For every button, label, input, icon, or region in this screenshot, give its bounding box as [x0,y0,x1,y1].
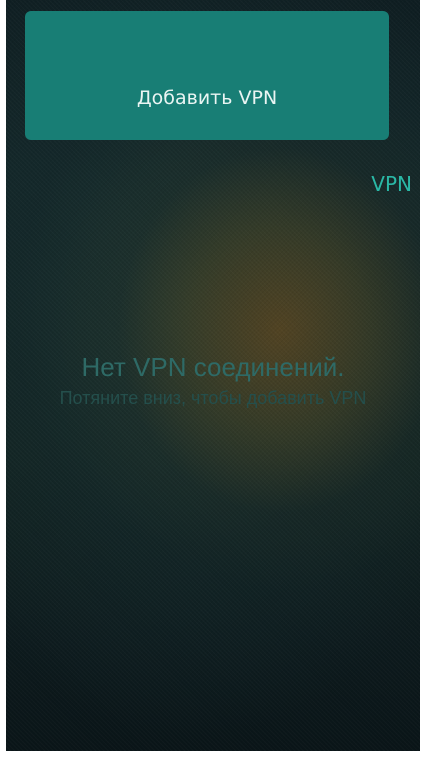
empty-state-hint: Потяните вниз, чтобы добавить VPN [59,388,367,408]
vpn-screen: Добавить VPN VPN Нет VPN соединений. Пот… [6,0,420,751]
page-title: VPN [371,172,412,196]
empty-state-title: Нет VPN соединений. [81,352,345,382]
add-vpn-button[interactable]: Добавить VPN [25,11,389,140]
empty-state: Нет VPN соединений. Потяните вниз, чтобы… [6,350,420,410]
add-vpn-button-label: Добавить VPN [136,87,278,109]
